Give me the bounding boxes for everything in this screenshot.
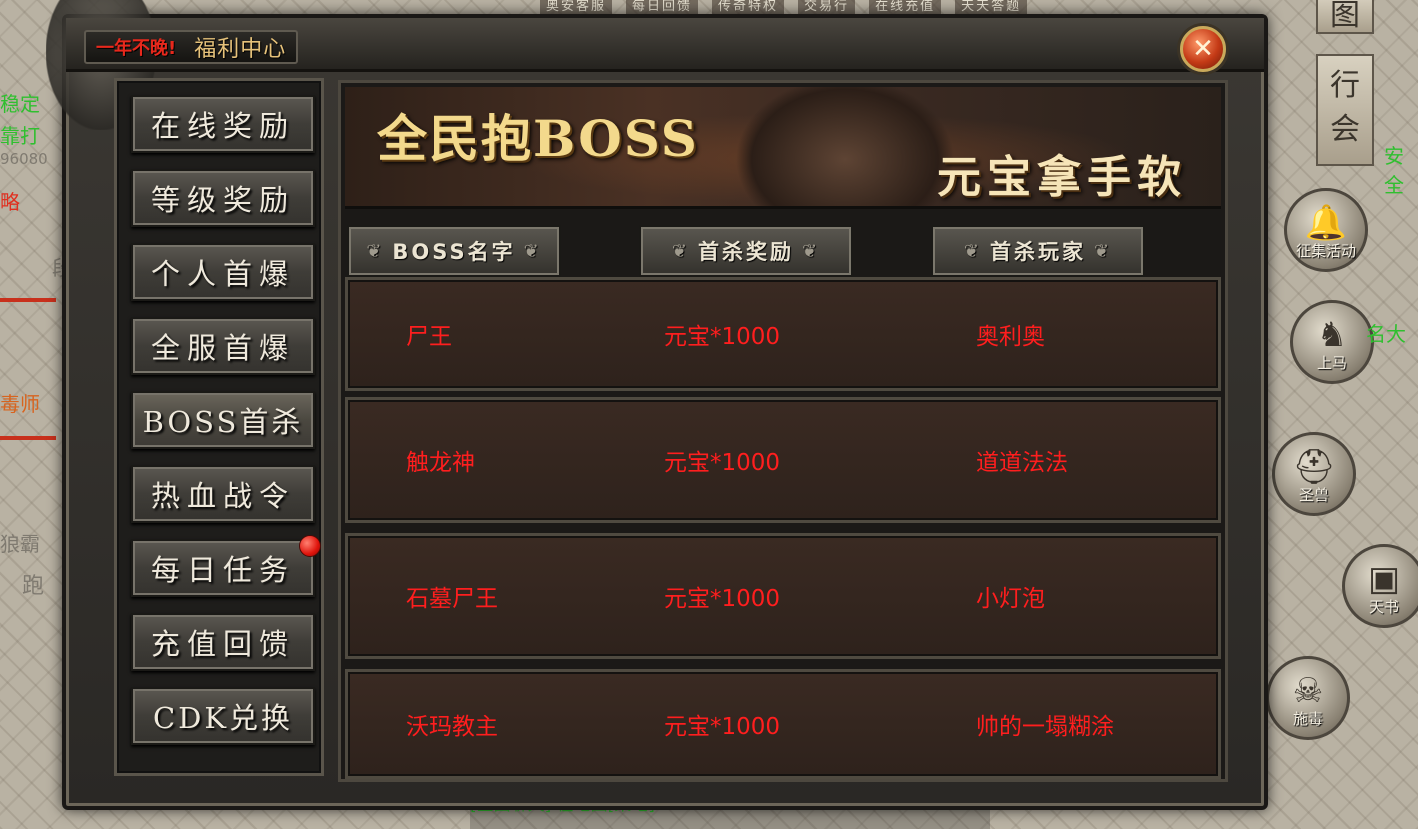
menu-item-boss-first-kill[interactable]: BOSS首杀 xyxy=(131,391,315,449)
table-row: 触龙神 元宝*1000 道道法法 xyxy=(345,397,1221,523)
menu-item-level-reward[interactable]: 等级奖励 xyxy=(131,169,315,227)
menu-item-label: 每日任务 xyxy=(150,553,295,587)
first-kill-player: 帅的一塌糊涂 xyxy=(976,714,1114,740)
heaven-book-button-label: 天书 xyxy=(1368,598,1399,616)
first-kill-player: 道道法法 xyxy=(976,450,1068,476)
first-kill-player: 奥利奥 xyxy=(976,324,1045,350)
boss-name: 石墓尸王 xyxy=(406,586,498,612)
player-hp-bar xyxy=(0,298,56,302)
top-menu-strip: 奥安客服 每日回馈 传奇特权 交易行 在线充值 天天答题 xyxy=(540,0,1240,14)
window-title: 福利中心 xyxy=(194,37,287,62)
top-menu-item[interactable]: 天天答题 xyxy=(955,0,1028,14)
first-kill-player: 小灯泡 xyxy=(976,586,1045,612)
top-menu-item[interactable]: 奥安客服 xyxy=(540,0,613,14)
first-kill-reward: 元宝*1000 xyxy=(664,714,781,740)
player-status-text: 靠打 xyxy=(0,124,40,148)
boss-name: 尸王 xyxy=(406,324,452,350)
welfare-center-window: 一年不晚! 福利中心 ✕ 在线奖励 等级奖励 个人首爆 全服首爆 BOSS首杀 … xyxy=(46,0,1268,810)
menu-item-daily-tasks[interactable]: 每日任务 xyxy=(131,535,321,597)
scroll-icon: ▣ xyxy=(1367,559,1401,599)
boss-name: 沃玛教主 xyxy=(406,714,498,740)
saint-beast-button[interactable]: ⛑ 圣兽 xyxy=(1272,432,1356,516)
close-icon: ✕ xyxy=(1192,34,1214,64)
first-kill-reward: 元宝*1000 xyxy=(664,324,781,350)
mount-button-label: 上马 xyxy=(1316,354,1347,372)
title-tag: 一年不晚! xyxy=(96,38,177,59)
menu-item-server-first-drop[interactable]: 全服首爆 xyxy=(131,317,315,375)
poison-button[interactable]: ☠ 施毒 xyxy=(1266,656,1350,740)
map-tab[interactable]: 图 xyxy=(1316,0,1374,34)
menu-item-battle-pass[interactable]: 热血战令 xyxy=(131,465,315,523)
top-menu-item[interactable]: 每日回馈 xyxy=(626,0,699,14)
event-button[interactable]: 🔔 征集活动 xyxy=(1284,188,1368,272)
header-boss-name: BOSS名字 xyxy=(347,225,561,277)
window-title-badge: 一年不晚! 福利中心 xyxy=(84,30,299,64)
first-kill-reward: 元宝*1000 xyxy=(664,450,781,476)
dragon-artwork-icon xyxy=(735,87,955,206)
heaven-book-button[interactable]: ▣ 天书 xyxy=(1342,544,1418,628)
helmet-icon: ⛑ xyxy=(1292,447,1336,487)
table-row: 尸王 元宝*1000 奥利奥 xyxy=(345,277,1221,391)
player-status-text: 稳定 xyxy=(0,92,40,116)
header-label: 首杀奖励 xyxy=(698,240,794,264)
top-menu-item[interactable]: 交易行 xyxy=(798,0,856,14)
event-button-label: 征集活动 xyxy=(1295,242,1356,260)
poison-icon: ☠ xyxy=(1292,671,1324,711)
top-menu-item[interactable]: 传奇特权 xyxy=(712,0,785,14)
saint-beast-button-label: 圣兽 xyxy=(1298,486,1329,504)
header-label: 首杀玩家 xyxy=(990,240,1086,264)
menu-item-online-reward[interactable]: 在线奖励 xyxy=(131,95,315,153)
mount-button[interactable]: ♞ 上马 xyxy=(1290,300,1374,384)
player-hp-bar xyxy=(0,436,56,440)
right-action-bar: 图 行会 安全 🔔 征集活动 ♞ 上马 名大 ⛑ 圣兽 ▣ 天书 ☠ 施毒 xyxy=(1262,0,1418,829)
header-first-kill-player: 首杀玩家 xyxy=(931,225,1145,277)
welfare-menu: 在线奖励 等级奖励 个人首爆 全服首爆 BOSS首杀 热血战令 每日任务 充值回… xyxy=(114,78,324,776)
player-class: 毒师 xyxy=(0,392,40,416)
notification-dot-icon xyxy=(299,535,321,557)
promo-banner: 全民抱BOSS 元宝拿手软 xyxy=(345,87,1221,209)
poison-button-label: 施毒 xyxy=(1292,710,1323,728)
player-name[interactable]: 略 xyxy=(0,186,20,215)
close-button[interactable]: ✕ xyxy=(1180,26,1226,72)
run-button[interactable]: 跑 xyxy=(22,568,44,600)
table-row: 沃玛教主 元宝*1000 帅的一塌糊涂 xyxy=(345,669,1221,779)
header-first-kill-reward: 首杀奖励 xyxy=(639,225,853,277)
safe-zone-indicator: 安全 xyxy=(1384,144,1404,197)
table-row: 石墓尸王 元宝*1000 小灯泡 xyxy=(345,533,1221,659)
player-name[interactable]: 狼霸 xyxy=(0,528,40,557)
bell-icon: 🔔 xyxy=(1304,203,1348,243)
menu-item-recharge-rebate[interactable]: 充值回馈 xyxy=(131,613,315,671)
banner-title: 全民抱BOSS xyxy=(377,109,699,168)
horse-icon: ♞ xyxy=(1316,315,1348,355)
guild-tab[interactable]: 行会 xyxy=(1316,54,1374,166)
first-kill-reward: 元宝*1000 xyxy=(664,586,781,612)
window-titlebar: 一年不晚! 福利中心 ✕ xyxy=(66,18,1264,72)
boss-name: 触龙神 xyxy=(406,450,475,476)
table-header: BOSS名字 首杀奖励 首杀玩家 xyxy=(345,219,1221,279)
side-player-name: 名大 xyxy=(1366,322,1406,346)
banner-subtitle: 元宝拿手软 xyxy=(937,152,1187,203)
boss-first-kill-panel: 全民抱BOSS 元宝拿手软 BOSS名字 首杀奖励 首杀玩家 尸王 元宝*100… xyxy=(338,80,1228,782)
menu-item-personal-first-drop[interactable]: 个人首爆 xyxy=(131,243,315,301)
header-label: BOSS名字 xyxy=(392,240,516,264)
player-score: 96080 xyxy=(0,150,48,168)
top-menu-item[interactable]: 在线充值 xyxy=(869,0,942,14)
menu-item-cdk-redeem[interactable]: CDK兑换 xyxy=(131,687,315,745)
